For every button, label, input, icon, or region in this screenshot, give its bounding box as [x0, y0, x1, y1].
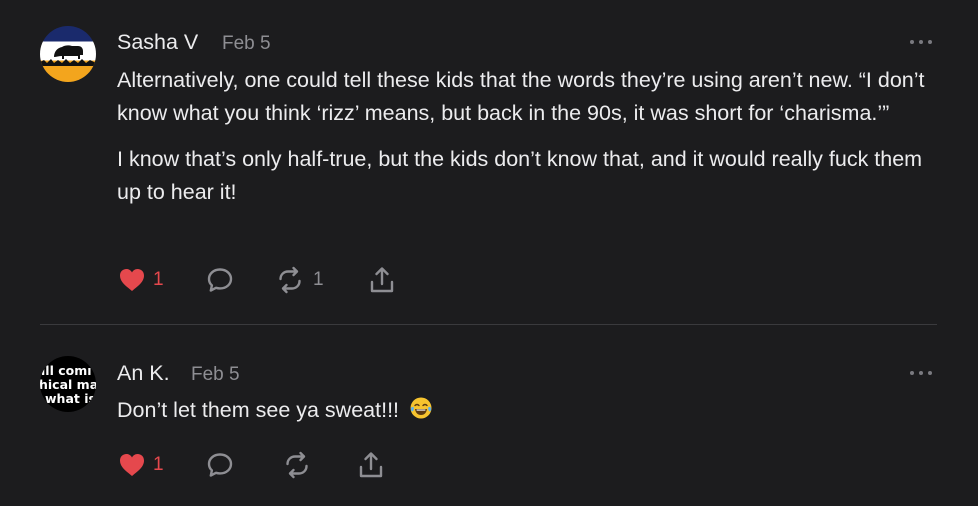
heart-icon — [120, 269, 144, 291]
reply-button[interactable] — [205, 450, 235, 480]
like-button[interactable]: 1 — [117, 265, 165, 295]
share-icon — [370, 267, 394, 293]
comment-paragraph: Alternatively, one could tell these kids… — [117, 68, 925, 125]
comment-text: Don’t let them see ya sweat!!! — [117, 398, 400, 422]
comment: Sasha V Feb 5 Alternatively, one could t… — [0, 0, 978, 324]
like-button[interactable]: 1 — [117, 450, 165, 480]
comment-paragraph: I know that’s only half-true, but the ki… — [117, 147, 923, 204]
avatar-text-line: hical ma — [40, 377, 96, 392]
comment-date[interactable]: Feb 5 — [222, 33, 271, 55]
restack-button[interactable] — [282, 450, 312, 480]
comment-bubble-icon — [207, 453, 233, 477]
like-count: 1 — [153, 454, 164, 475]
comment-bubble-icon — [207, 268, 233, 292]
comment-author[interactable]: Sasha V — [117, 30, 198, 55]
comment: ıll comı hical ma what is An K. Feb 5 Do… — [0, 325, 978, 506]
bison-flag-icon — [40, 45, 96, 66]
share-button[interactable] — [367, 265, 397, 295]
more-options-icon[interactable] — [908, 37, 934, 47]
tears-of-joy-emoji-icon — [410, 397, 432, 419]
share-button[interactable] — [356, 450, 386, 480]
avatar-text-line: what is — [45, 391, 96, 406]
share-icon — [359, 452, 383, 478]
restack-icon — [279, 266, 301, 294]
restack-icon — [286, 451, 308, 479]
comment-body: Alternatively, one could tell these kids… — [117, 64, 937, 208]
avatar[interactable]: ıll comı hical ma what is — [40, 356, 96, 412]
reply-button[interactable] — [205, 265, 235, 295]
comment-body: Don’t let them see ya sweat!!! — [117, 394, 937, 427]
comment-author[interactable]: An K. — [117, 361, 170, 386]
more-options-icon[interactable] — [908, 368, 934, 378]
heart-icon — [120, 454, 144, 476]
restack-count: 1 — [313, 269, 324, 290]
like-count: 1 — [153, 269, 164, 290]
avatar[interactable] — [40, 26, 96, 82]
avatar-text-line: ıll comı — [41, 363, 92, 378]
restack-button[interactable]: 1 — [275, 265, 325, 295]
comment-date[interactable]: Feb 5 — [191, 364, 240, 386]
